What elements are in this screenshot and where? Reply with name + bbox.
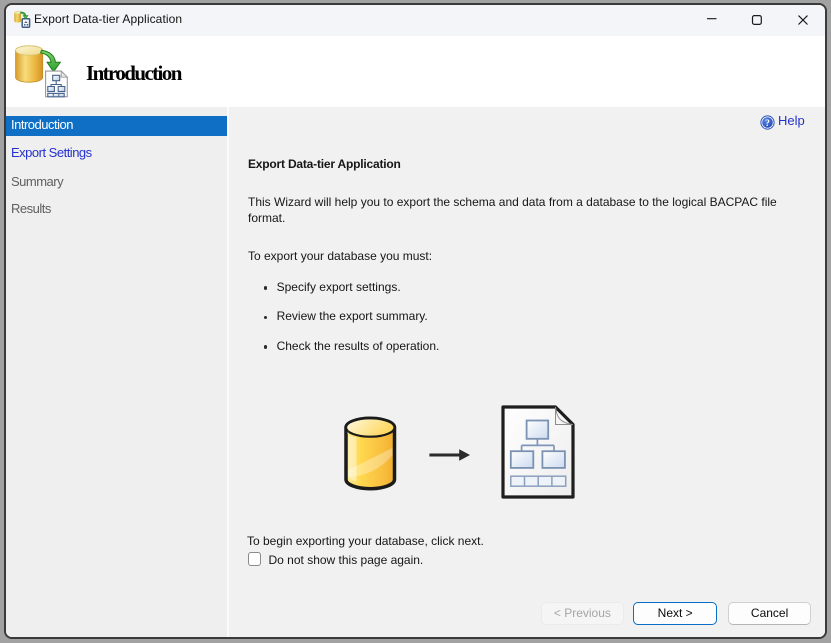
svg-text:?: ? [765, 119, 770, 129]
